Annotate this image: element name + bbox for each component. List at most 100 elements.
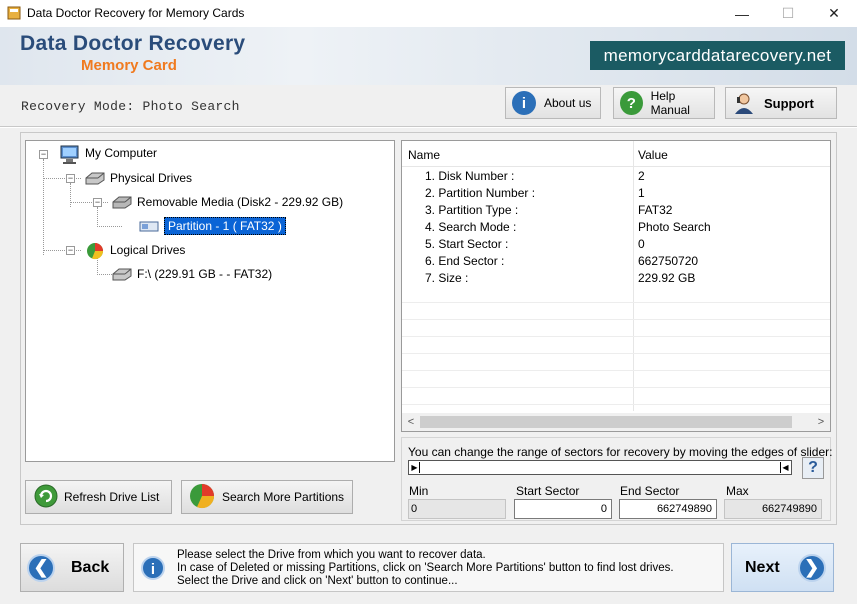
end-sector-field[interactable]: 662749890: [619, 499, 717, 519]
property-value: 229.92 GB: [638, 271, 696, 285]
brand-title: Data Doctor Recovery: [20, 32, 246, 55]
support-label: Support: [764, 95, 814, 111]
about-us-button[interactable]: i About us: [505, 87, 601, 119]
back-arrow-icon: ❮: [27, 553, 55, 582]
support-button[interactable]: Support: [725, 87, 837, 119]
property-name: 7. Size :: [425, 271, 469, 285]
partition-icon: [138, 218, 160, 234]
tree-label: Logical Drives: [110, 243, 186, 257]
tree-node-my-computer[interactable]: My Computer: [59, 145, 158, 164]
maximize-button[interactable]: ☐: [765, 0, 811, 27]
search-more-partitions-button[interactable]: Search More Partitions: [181, 480, 353, 514]
scroll-right-icon[interactable]: >: [814, 415, 828, 429]
header-divider: [0, 126, 857, 128]
list-item[interactable]: 3. Partition Type : FAT32: [402, 201, 830, 218]
column-header-name[interactable]: Name: [408, 148, 440, 162]
tree-line: [43, 178, 81, 179]
scroll-thumb[interactable]: [420, 416, 792, 428]
slider-hint: You can change the range of sectors for …: [408, 445, 833, 459]
tree-line: [70, 183, 71, 207]
sector-range-slider[interactable]: ▶ ◀: [408, 460, 792, 475]
refresh-label: Refresh Drive List: [64, 490, 160, 504]
max-label: Max: [726, 484, 749, 498]
tree-label: Physical Drives: [110, 171, 193, 185]
tree-label: Removable Media (Disk2 - 229.92 GB): [137, 195, 344, 209]
grid-line: [402, 336, 830, 337]
tree-node-logical-drives[interactable]: Logical Drives: [84, 242, 186, 260]
tree-node-drive-f[interactable]: F:\ (229.91 GB - - FAT32): [111, 266, 272, 282]
slider-help-button[interactable]: ?: [802, 457, 824, 479]
property-name: 3. Partition Type :: [425, 203, 519, 217]
computer-icon: [59, 145, 81, 164]
next-arrow-icon: ❯: [797, 553, 826, 582]
property-value: 2: [638, 169, 645, 183]
collapse-toggle[interactable]: −: [66, 246, 75, 255]
tree-node-removable-media[interactable]: Removable Media (Disk2 - 229.92 GB): [111, 194, 343, 210]
start-sector-label: Start Sector: [516, 484, 580, 498]
grid-line: [402, 387, 830, 388]
back-label: Back: [71, 558, 110, 576]
pie-chart-icon: [188, 482, 216, 513]
list-item[interactable]: 6. End Sector : 662750720: [402, 252, 830, 269]
list-item[interactable]: 4. Search Mode : Photo Search: [402, 218, 830, 235]
drive-icon: [111, 266, 133, 282]
start-sector-field[interactable]: 0: [514, 499, 612, 519]
list-item[interactable]: 5. Start Sector : 0: [402, 235, 830, 252]
refresh-drive-list-button[interactable]: Refresh Drive List: [25, 480, 172, 514]
grid-line: [402, 370, 830, 371]
property-name: 4. Search Mode :: [425, 220, 517, 234]
tree-label: My Computer: [85, 146, 158, 160]
app-icon: [7, 6, 21, 20]
instruction-line-1: Please select the Drive from which you w…: [177, 549, 486, 561]
tree-label: F:\ (229.91 GB - - FAT32): [137, 267, 273, 281]
window-title: Data Doctor Recovery for Memory Cards: [27, 6, 245, 20]
tree-node-partition-1[interactable]: Partition - 1 ( FAT32 ): [138, 217, 286, 235]
tree-node-physical-drives[interactable]: Physical Drives: [84, 170, 192, 186]
tree-line: [43, 250, 81, 251]
minimize-button[interactable]: —: [719, 0, 765, 27]
list-header: Name Value: [402, 141, 830, 167]
slider-end-handle[interactable]: ◀: [780, 462, 790, 473]
info-icon: i: [512, 91, 536, 115]
tree-line: [97, 274, 112, 275]
min-label: Min: [409, 484, 429, 498]
list-item[interactable]: 7. Size : 229.92 GB: [402, 269, 830, 286]
horizontal-scrollbar[interactable]: < >: [402, 413, 830, 431]
help-manual-button[interactable]: ? Help Manual: [613, 87, 715, 119]
pie-chart-icon: [84, 242, 106, 260]
list-item[interactable]: 2. Partition Number : 1: [402, 184, 830, 201]
collapse-toggle[interactable]: −: [66, 174, 75, 183]
property-value: Photo Search: [638, 220, 711, 234]
grid-line: [402, 319, 830, 320]
next-label: Next: [745, 558, 780, 576]
column-header-value[interactable]: Value: [638, 148, 668, 162]
tree-label-selected: Partition - 1 ( FAT32 ): [164, 217, 286, 235]
instruction-line-3: Select the Drive and click on 'Next' but…: [177, 575, 458, 587]
tree-line: [70, 202, 108, 203]
property-value: 0: [638, 237, 645, 251]
instruction-line-2: In case of Deleted or missing Partitions…: [177, 562, 674, 574]
tree-line: [43, 159, 44, 255]
collapse-toggle[interactable]: −: [93, 198, 102, 207]
close-button[interactable]: ✕: [811, 0, 857, 27]
properties-list[interactable]: Name Value 1. Disk Number : 2 2. Partitio…: [401, 140, 831, 432]
property-value: 662750720: [638, 254, 699, 268]
website-badge: memorycarddatarecovery.net: [590, 41, 845, 70]
back-button[interactable]: ❮ Back: [20, 543, 124, 592]
min-value-field: 0: [408, 499, 506, 519]
list-item[interactable]: 1. Disk Number : 2: [402, 167, 830, 184]
property-value: 1: [638, 186, 645, 200]
tree-line: [97, 226, 122, 227]
slider-start-handle[interactable]: ▶: [410, 462, 420, 473]
info-icon: i: [141, 556, 165, 580]
property-name: 2. Partition Number :: [425, 186, 536, 200]
grid-line: [402, 353, 830, 354]
next-button[interactable]: Next ❯: [731, 543, 834, 592]
help-manual-label: Help Manual: [650, 89, 690, 117]
scroll-left-icon[interactable]: <: [404, 415, 418, 429]
property-value: FAT32: [638, 203, 673, 217]
help-icon: ?: [620, 91, 643, 115]
drive-tree[interactable]: − − − − My Computer Physical Drives Remo…: [25, 140, 395, 462]
collapse-toggle[interactable]: −: [39, 150, 48, 159]
property-name: 6. End Sector :: [425, 254, 505, 268]
